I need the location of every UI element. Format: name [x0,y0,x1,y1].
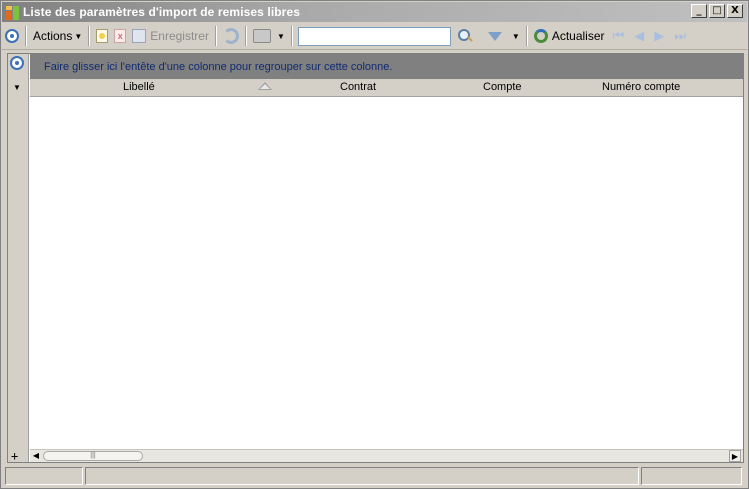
column-header-row: Libellé Contrat Compte Numéro compte [30,79,743,97]
delete-icon: x [114,29,127,43]
group-by-panel[interactable]: Faire glisser ici l'entête d'une colonne… [30,54,743,79]
actions-dropdown[interactable]: Actions ▼ [30,25,85,47]
refresh-label: Actualiser [551,29,605,43]
toolbar-separator [244,26,247,46]
expand-arrow-icon[interactable]: ▼ [13,83,21,92]
window-title: Liste des paramètres d'import de remises… [23,5,300,19]
search-button[interactable] [451,25,475,47]
column-header-compte[interactable]: Compte [483,81,522,93]
status-cell [5,467,83,485]
print-button[interactable]: ▼ [250,25,288,47]
chevron-down-icon: ▼ [74,31,83,41]
previous-record-icon[interactable]: ◀ [634,29,644,44]
grid-options-icon[interactable] [10,56,24,70]
sync-icon [222,28,239,44]
title-bar[interactable]: Liste des paramètres d'import de remises… [2,2,747,22]
toolbar-separator [88,26,91,46]
delete-button[interactable]: x [111,25,129,47]
refresh-button[interactable]: Actualiser [531,25,608,47]
new-document-icon [96,29,109,43]
horizontal-scrollbar[interactable]: ◀ ||| ▶ [30,449,743,462]
toolbar: Actions ▼ x Enregistrer ▼ ▼ Actualiser ⏮ [2,23,747,50]
add-row-icon[interactable]: + [11,449,18,463]
grid-left-strip: ▼ + [8,54,29,463]
search-input[interactable] [297,26,451,46]
maximize-button[interactable]: □ [709,4,725,18]
minimize-button[interactable]: _ [691,4,707,18]
next-record-icon[interactable]: ▶ [654,29,664,44]
actions-label: Actions [33,29,73,43]
first-record-icon[interactable]: ⏮ [613,29,625,44]
toolbar-separator [214,26,217,46]
column-header-contrat[interactable]: Contrat [340,81,376,93]
toolbar-separator [290,26,293,46]
app-icon [5,4,21,20]
scroll-thumb[interactable]: ||| [43,451,143,461]
toolbar-separator [525,26,528,46]
grid-body[interactable] [30,97,743,449]
scroll-right-icon[interactable]: ▶ [729,450,741,462]
column-header-libelle[interactable]: Libellé [123,81,155,93]
last-record-icon[interactable]: ⏭ [674,29,686,44]
filter-icon [487,31,502,41]
save-label: Enregistrer [150,29,209,43]
chevron-down-icon: ▼ [511,31,520,41]
status-bar [5,467,744,487]
sync-button[interactable] [220,25,242,47]
search-icon [457,29,472,43]
new-button[interactable] [93,25,111,47]
refresh-icon [533,29,548,43]
data-grid: ▼ + Faire glisser ici l'entête d'une col… [7,53,744,463]
group-hint-text: Faire glisser ici l'entête d'une colonne… [44,61,393,73]
status-cell [641,467,742,485]
column-header-numero-compte[interactable]: Numéro compte [602,81,680,93]
close-button[interactable]: X [727,4,743,18]
sort-ascending-icon [258,82,272,90]
circle-menu-icon [5,29,19,43]
toolbar-separator [25,26,27,46]
print-icon [252,29,271,43]
status-cell [85,467,639,485]
save-button[interactable]: Enregistrer [129,25,212,47]
chevron-down-icon: ▼ [276,31,285,41]
toolbar-menu-icon[interactable] [2,25,22,47]
filter-button[interactable]: ▼ [475,25,523,47]
scroll-left-icon[interactable]: ◀ [30,450,42,462]
save-icon [132,29,147,43]
main-window: Liste des paramètres d'import de remises… [0,0,749,489]
